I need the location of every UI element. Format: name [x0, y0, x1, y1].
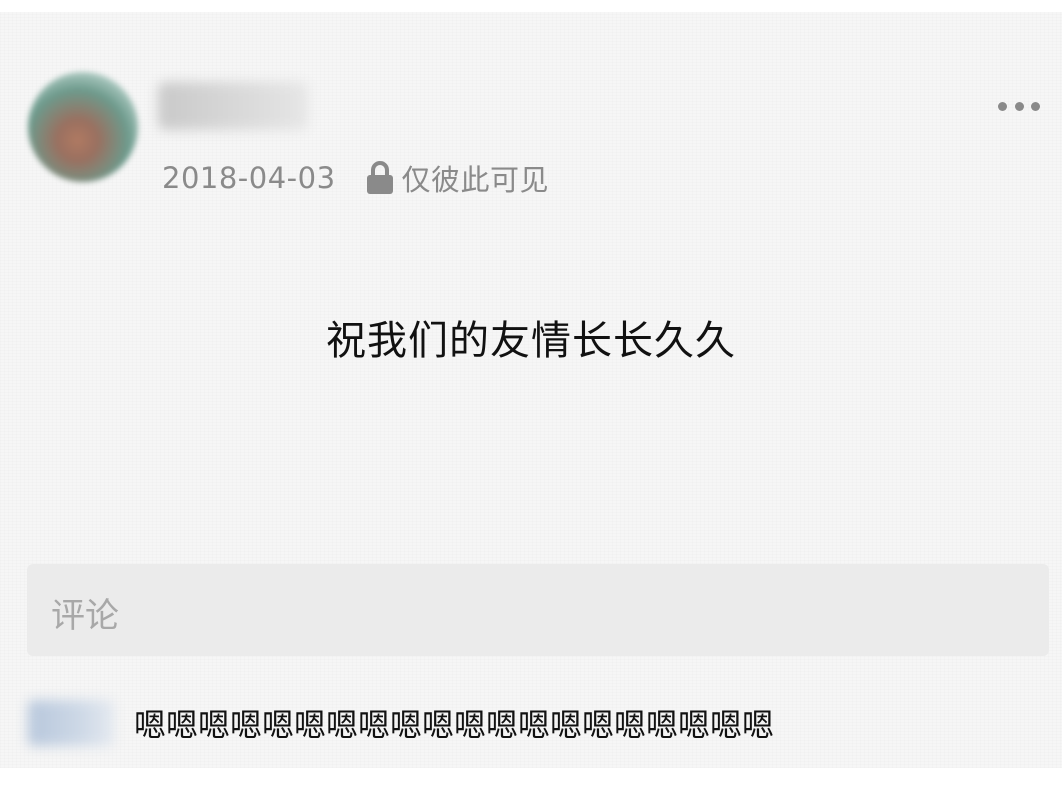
dot — [998, 101, 1007, 111]
comment-item[interactable]: 嗯嗯嗯嗯嗯嗯嗯嗯嗯嗯嗯嗯嗯嗯嗯嗯嗯嗯嗯嗯 — [20, 688, 1050, 758]
author-name[interactable] — [158, 82, 308, 130]
post-date: 2018-04-03 — [162, 161, 336, 195]
post-card: 2018-04-03 仅彼此可见 祝我们的友情长长久久 评论 嗯嗯嗯嗯嗯嗯嗯嗯嗯… — [0, 12, 1062, 768]
post-content: 祝我们的友情长长久久 — [326, 318, 736, 364]
author-avatar[interactable] — [28, 72, 138, 182]
commenter-name[interactable] — [28, 700, 114, 746]
comment-input[interactable]: 评论 — [27, 564, 1049, 656]
visibility-label: 仅彼此可见 — [401, 163, 550, 197]
dot — [1014, 101, 1024, 111]
comment-placeholder: 评论 — [51, 596, 119, 636]
dot — [1031, 101, 1040, 111]
comment-text: 嗯嗯嗯嗯嗯嗯嗯嗯嗯嗯嗯嗯嗯嗯嗯嗯嗯嗯嗯嗯 — [134, 706, 775, 744]
more-dots-icon[interactable] — [998, 100, 1040, 112]
post-meta: 2018-04-03 仅彼此可见 — [162, 156, 549, 200]
lock-icon — [366, 161, 393, 194]
